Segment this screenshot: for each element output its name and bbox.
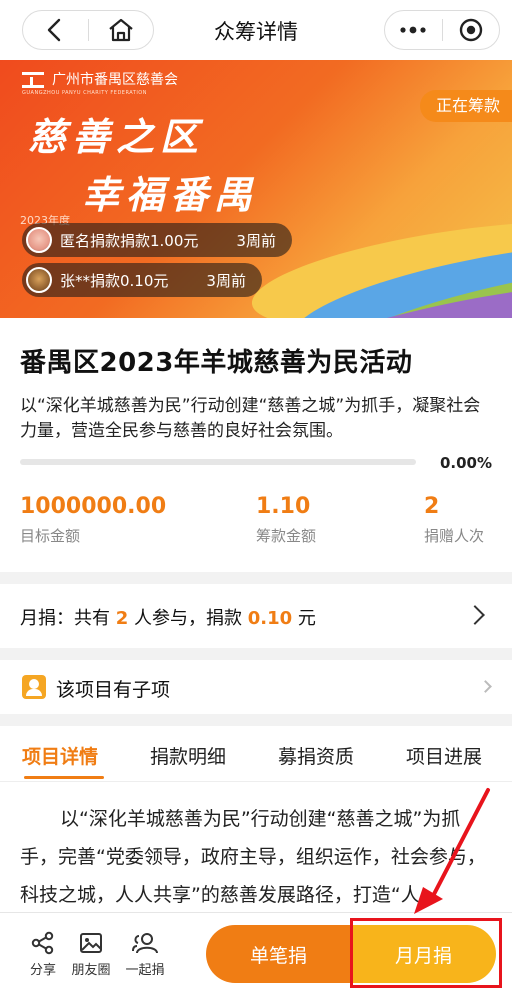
chevron-right-icon: [479, 680, 492, 693]
close-miniprogram-button[interactable]: [443, 11, 500, 49]
feed-time: 3周前: [236, 231, 276, 250]
chevron-left-icon: [48, 18, 61, 42]
monthly-middle: 人参与，捐款: [134, 608, 242, 629]
subproject-label: 该项目有子项: [56, 679, 171, 701]
stat-label: 筹款金额: [256, 527, 317, 545]
nav-left-capsule: [22, 10, 154, 50]
org-name: 广州市番禺区慈善会: [52, 72, 178, 88]
annotation-highlight-box: [350, 918, 502, 988]
subproject-row[interactable]: 该项目有子项: [0, 660, 512, 714]
monthly-donation-row[interactable]: 月捐：共有 2 人参与，捐款 0.10 元: [0, 584, 512, 648]
monthly-suffix: 元: [297, 608, 316, 629]
tab-fundraising-qualification[interactable]: 募捐资质: [278, 742, 354, 769]
more-button[interactable]: [385, 11, 442, 49]
detail-tabs: 项目详情 捐款明细 募捐资质 项目进展: [0, 726, 512, 782]
chevron-right-icon: [465, 605, 485, 625]
back-button[interactable]: [23, 11, 88, 49]
article-paragraph: 以“深化羊城慈善为民”行动创建“慈善之城”为抓手，完善“党委领导，政府主导，组织…: [20, 808, 486, 906]
monthly-count: 2: [115, 608, 129, 629]
stat-value: 1.10: [256, 494, 311, 519]
donate-together-label: 一起捐: [125, 963, 165, 978]
status-badge: 正在筹款: [419, 90, 512, 122]
project-info-card: 番禺区2023年羊城慈善为民活动 以“深化羊城慈善为民”行动创建“慈善之城”为抓…: [0, 318, 512, 572]
share-button[interactable]: 分享: [18, 931, 68, 978]
stat-raised: 1.10 筹款金额: [256, 494, 316, 546]
org-logo-icon: [22, 72, 44, 88]
avatar: [26, 267, 52, 293]
project-title: 番禺区2023年羊城慈善为民活动: [20, 348, 413, 378]
moments-icon: [80, 933, 102, 953]
stat-label: 捐赠人次: [424, 527, 485, 545]
progress-bar: [20, 459, 416, 465]
stat-donors: 2 捐赠人次: [424, 494, 484, 546]
stat-value: 2: [424, 494, 440, 519]
donation-feed-item: 张**捐款0.10元 3周前: [22, 263, 262, 297]
tab-project-details[interactable]: 项目详情: [22, 742, 98, 769]
feed-text: 张**捐款0.10元: [60, 271, 169, 290]
moments-button[interactable]: 朋友圈: [66, 931, 116, 978]
org-logo: 广州市番禺区慈善会: [22, 72, 178, 88]
monthly-summary: 月捐：共有 2 人参与，捐款 0.10 元: [20, 604, 316, 630]
share-label: 分享: [29, 963, 56, 978]
stat-target: 1000000.00 目标金额: [20, 494, 166, 546]
moments-label: 朋友圈: [71, 963, 111, 978]
feed-text: 匿名捐款捐款1.00元: [60, 231, 199, 250]
project-banner: 广州市番禺区慈善会 GUANGZHOU PANYU CHARITY FEDERA…: [0, 60, 512, 318]
tab-donation-records[interactable]: 捐款明细: [150, 742, 226, 769]
single-donation-button[interactable]: 单笔捐: [206, 925, 351, 983]
home-button[interactable]: [89, 11, 154, 49]
monthly-amount: 0.10: [247, 608, 293, 629]
project-description: 以“深化羊城慈善为民”行动创建“慈善之城”为抓手，凝聚社会力量，营造全民参与慈善…: [20, 396, 481, 441]
stat-label: 目标金额: [20, 527, 81, 545]
feed-time: 3周前: [206, 271, 246, 290]
group-icon: [132, 933, 158, 954]
share-icon: [31, 931, 54, 955]
record-circle-icon: [459, 18, 482, 42]
nav-right-capsule: [384, 10, 500, 50]
active-tab-indicator: [24, 776, 104, 779]
donation-feed-item: 匿名捐款捐款1.00元 3周前: [22, 223, 292, 257]
progress-percent: 0.00%: [439, 454, 492, 472]
slogan-line-1: 慈善之区: [28, 114, 205, 159]
home-icon: [109, 18, 133, 42]
slogan-line-2: 幸福番禺: [82, 172, 259, 217]
project-article: 以“深化羊城慈善为民”行动创建“慈善之城”为抓手，完善“党委领导，政府主导，组织…: [0, 782, 512, 912]
nav-bar: 众筹详情: [0, 0, 512, 60]
donate-together-button[interactable]: 一起捐: [120, 931, 170, 978]
user-badge-icon: [22, 675, 46, 699]
more-dots-icon: [400, 26, 426, 34]
monthly-prefix: 月捐：共有: [20, 608, 110, 629]
stat-value: 1000000.00: [20, 494, 167, 519]
avatar: [26, 227, 52, 253]
org-name-en: GUANGZHOU PANYU CHARITY FEDERATION: [22, 90, 147, 96]
tab-project-progress[interactable]: 项目进展: [406, 742, 482, 769]
